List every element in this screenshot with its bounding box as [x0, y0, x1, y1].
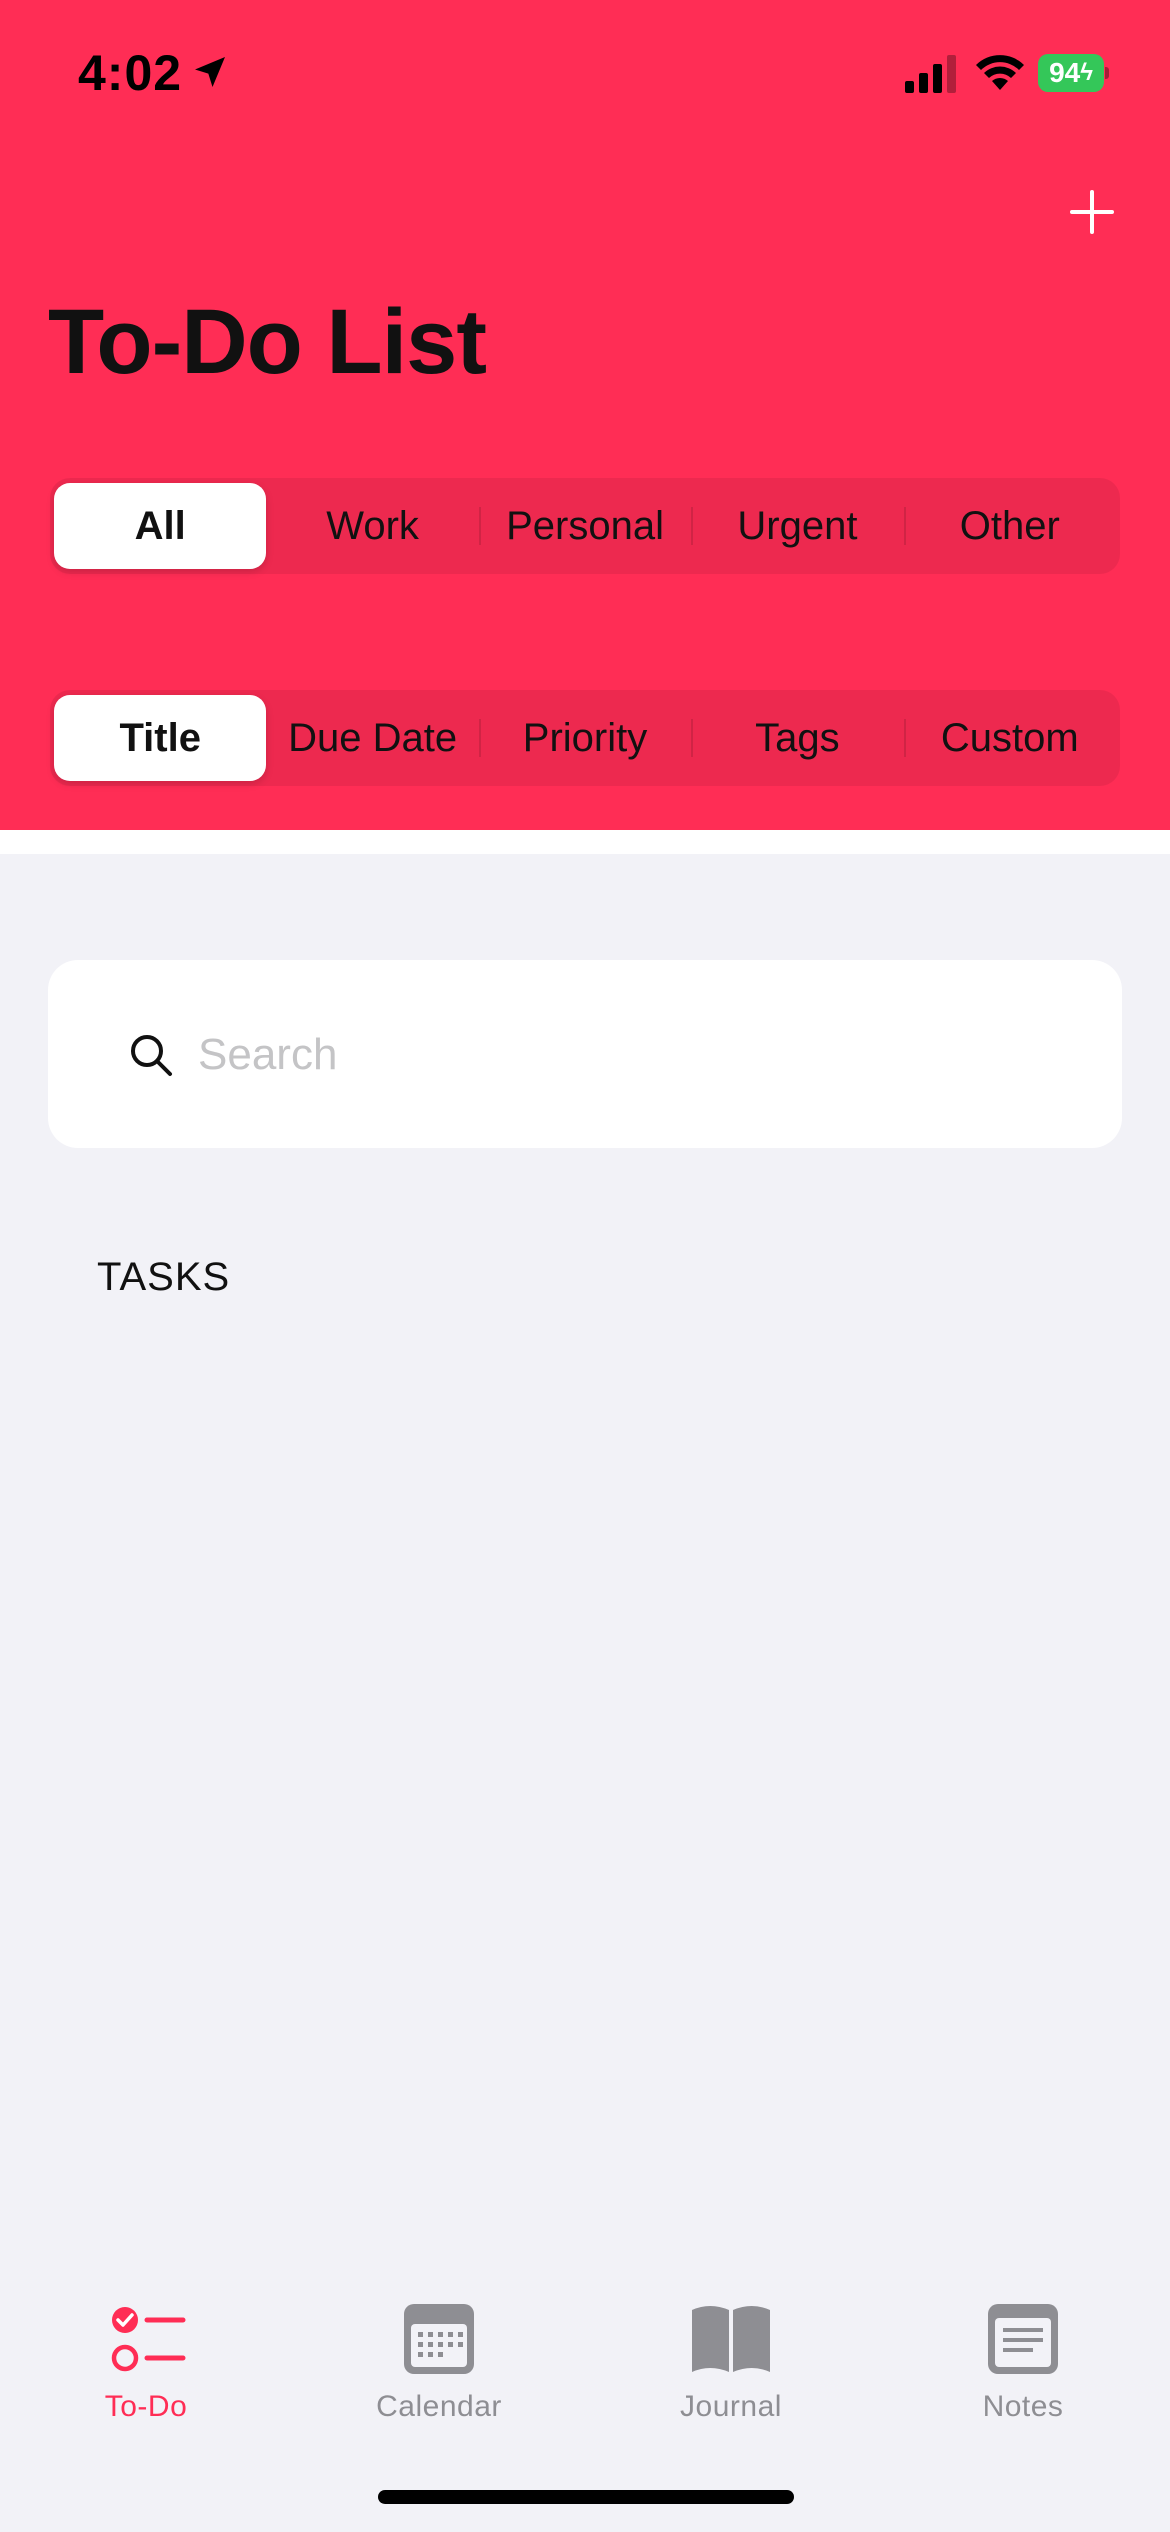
sort-tags[interactable]: Tags: [691, 695, 903, 781]
status-bar: 4:02 94 ϟ: [0, 0, 1170, 150]
tab-label-notes: Notes: [982, 2390, 1064, 2423]
note-icon: [988, 2304, 1058, 2374]
tab-label-todo: To-Do: [104, 2390, 188, 2423]
book-icon: [692, 2306, 770, 2372]
category-filter-control: All Work Personal Urgent Other: [50, 478, 1120, 574]
tab-journal[interactable]: Journal: [621, 2300, 841, 2450]
sort-priority[interactable]: Priority: [478, 695, 691, 781]
sort-title[interactable]: Title: [54, 695, 267, 781]
sort-due-date[interactable]: Due Date: [266, 695, 478, 781]
header-divider: [0, 830, 1170, 854]
cellular-signal-icon: [905, 55, 956, 93]
calendar-icon: [404, 2304, 474, 2374]
home-indicator[interactable]: [378, 2490, 794, 2504]
add-task-button[interactable]: [1060, 180, 1124, 244]
tab-todo[interactable]: To-Do: [36, 2300, 256, 2450]
location-arrow-icon: [195, 57, 225, 87]
search-bar[interactable]: [48, 960, 1122, 1148]
filter-all[interactable]: All: [54, 483, 267, 569]
header: 4:02 94 ϟ To-Do List All Work Personal U…: [0, 0, 1170, 830]
battery-icon: 94 ϟ: [1038, 54, 1109, 92]
checklist-icon: [111, 2307, 186, 2372]
tasks-section-header: TASKS: [97, 1255, 231, 1299]
battery-tip: [1105, 67, 1109, 79]
tab-calendar[interactable]: Calendar: [329, 2300, 549, 2450]
tab-label-calendar: Calendar: [376, 2390, 502, 2423]
filter-other[interactable]: Other: [903, 483, 1116, 569]
sort-custom[interactable]: Custom: [903, 695, 1116, 781]
charging-bolt-icon: ϟ: [1080, 59, 1093, 86]
wifi-icon: [976, 55, 1024, 90]
battery-level: 94 ϟ: [1038, 54, 1104, 92]
tab-notes[interactable]: Notes: [913, 2300, 1133, 2450]
tab-label-journal: Journal: [680, 2390, 782, 2423]
page-title: To-Do List: [48, 291, 487, 393]
sort-control: Title Due Date Priority Tags Custom: [50, 690, 1120, 786]
screen: 4:02 94 ϟ To-Do List All Work Personal U…: [0, 0, 1170, 2532]
search-icon: [131, 1035, 172, 1076]
filter-urgent[interactable]: Urgent: [691, 483, 903, 569]
search-input[interactable]: [198, 1020, 1078, 1090]
filter-work[interactable]: Work: [266, 483, 478, 569]
status-time: 4:02: [78, 45, 183, 101]
filter-personal[interactable]: Personal: [478, 483, 691, 569]
battery-percent: 94: [1049, 57, 1081, 88]
tab-bar: To-Do Calendar Journal Notes: [0, 2280, 1170, 2480]
